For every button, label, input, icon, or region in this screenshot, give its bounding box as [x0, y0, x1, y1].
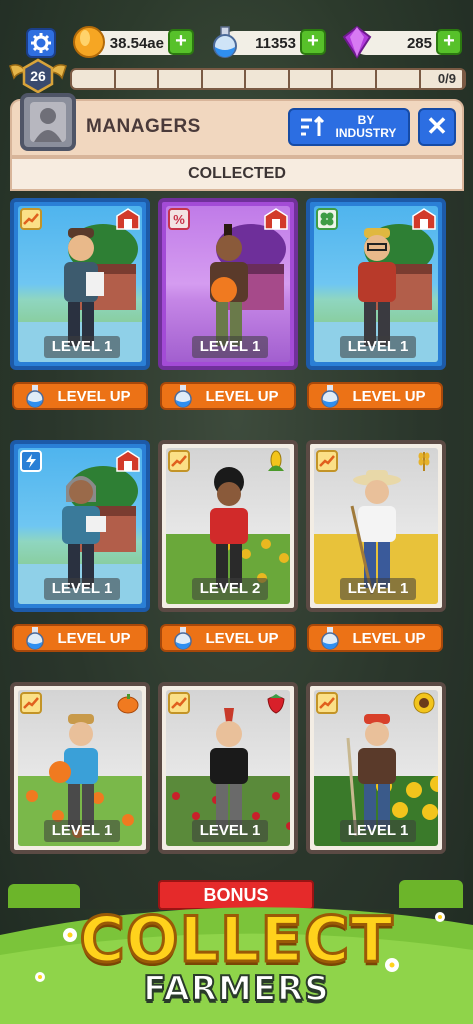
manager-card-7[interactable]: LEVEL 1 [10, 682, 150, 854]
panel-title: MANAGERS [86, 116, 201, 137]
farmer-character [62, 476, 106, 588]
percent-icon: % [168, 208, 190, 230]
promo-banner: COLLECT FARMERS [0, 903, 473, 1009]
card-level-label: LEVEL 2 [192, 578, 268, 600]
clover-icon [316, 208, 338, 230]
gem-icon [342, 25, 372, 59]
potion-icon [26, 627, 44, 650]
farmer-character [358, 228, 396, 346]
level-up-button[interactable]: LEVEL UP [12, 624, 148, 652]
potion-icon [26, 385, 44, 408]
manager-card-8[interactable]: LEVEL 1 [158, 682, 298, 854]
chart-icon [316, 692, 338, 714]
coins-counter: 38.54ae + [73, 26, 194, 58]
promo-title: COLLECT [78, 903, 394, 976]
settings-button[interactable] [26, 28, 56, 58]
chart-icon [168, 450, 190, 472]
add-potions-button[interactable]: + [300, 29, 326, 55]
pumpkin-icon [116, 692, 140, 714]
potion-icon [321, 385, 339, 408]
card-level-label: LEVEL 1 [340, 336, 416, 358]
manager-avatar-frame [20, 93, 76, 151]
level-row: 0/9 26 [0, 58, 473, 94]
farmer-character [350, 470, 401, 595]
strawberry-icon [264, 692, 288, 714]
add-coins-button[interactable]: + [168, 29, 194, 55]
potions-counter: 11353 + [213, 26, 326, 58]
chart-icon [20, 692, 42, 714]
chart-icon [316, 450, 338, 472]
collected-section-header: COLLECTED [10, 157, 464, 191]
card-level-label: LEVEL 1 [44, 578, 120, 600]
potion-icon [174, 627, 192, 650]
level-progress-bar: 0/9 [70, 68, 466, 90]
barn-icon [116, 450, 140, 472]
manager-card-4[interactable]: LEVEL 1 [10, 440, 150, 612]
barn-icon [264, 208, 288, 230]
manager-card-6[interactable]: LEVEL 1 [306, 440, 446, 612]
farmer-character [210, 224, 248, 346]
card-level-label: LEVEL 1 [44, 336, 120, 358]
chart-icon [168, 692, 190, 714]
gear-icon [31, 33, 51, 53]
farmer-character [346, 714, 396, 837]
coin-icon [73, 26, 105, 58]
level-progress-text: 0/9 [437, 71, 456, 86]
manager-card-5[interactable]: LEVEL 2 [158, 440, 298, 612]
level-up-button[interactable]: LEVEL UP [307, 382, 443, 410]
gems-counter: 285 + [342, 25, 462, 59]
avatar [30, 102, 66, 142]
potion-icon [321, 627, 339, 650]
sort-label: BY INDUSTRY [335, 113, 397, 140]
add-gems-button[interactable]: + [436, 29, 462, 55]
player-level: 26 [30, 68, 46, 84]
farmer-character [210, 708, 248, 830]
sort-icon [301, 115, 325, 136]
sort-by-industry-button[interactable]: BY INDUSTRY [288, 108, 410, 146]
level-wings-badge: 26 [9, 58, 67, 94]
card-level-label: LEVEL 1 [192, 820, 268, 842]
close-button[interactable]: ✕ [418, 108, 456, 146]
manager-card-1[interactable]: LEVEL 1 [10, 198, 150, 370]
barn-icon [116, 208, 140, 230]
level-up-button[interactable]: LEVEL UP [160, 624, 296, 652]
farmer-character [64, 228, 104, 346]
card-level-label: LEVEL 1 [44, 820, 120, 842]
farmer-character [210, 467, 248, 588]
resource-bar: 38.54ae + 11353 + 285 + [0, 25, 473, 60]
card-level-label: LEVEL 1 [192, 336, 268, 358]
card-level-label: LEVEL 1 [340, 820, 416, 842]
corn-icon [264, 450, 288, 472]
manager-card-2[interactable]: % LEVEL 1 [158, 198, 298, 370]
lightning-icon [20, 450, 42, 472]
potion-icon [213, 26, 237, 58]
card-level-label: LEVEL 1 [340, 578, 416, 600]
level-up-button[interactable]: LEVEL UP [12, 382, 148, 410]
promo-subtitle: FARMERS [142, 969, 330, 1009]
level-up-button[interactable]: LEVEL UP [307, 624, 443, 652]
wheat-icon [412, 450, 436, 472]
manager-card-3[interactable]: LEVEL 1 [306, 198, 446, 370]
potion-icon [174, 385, 192, 408]
level-up-button[interactable]: LEVEL UP [160, 382, 296, 410]
farmer-character [49, 714, 98, 830]
barn-icon [412, 208, 436, 230]
manager-card-9[interactable]: LEVEL 1 [306, 682, 446, 854]
chart-icon [20, 208, 42, 230]
svg-text:%: % [173, 212, 185, 227]
sunflower-icon [412, 692, 436, 714]
